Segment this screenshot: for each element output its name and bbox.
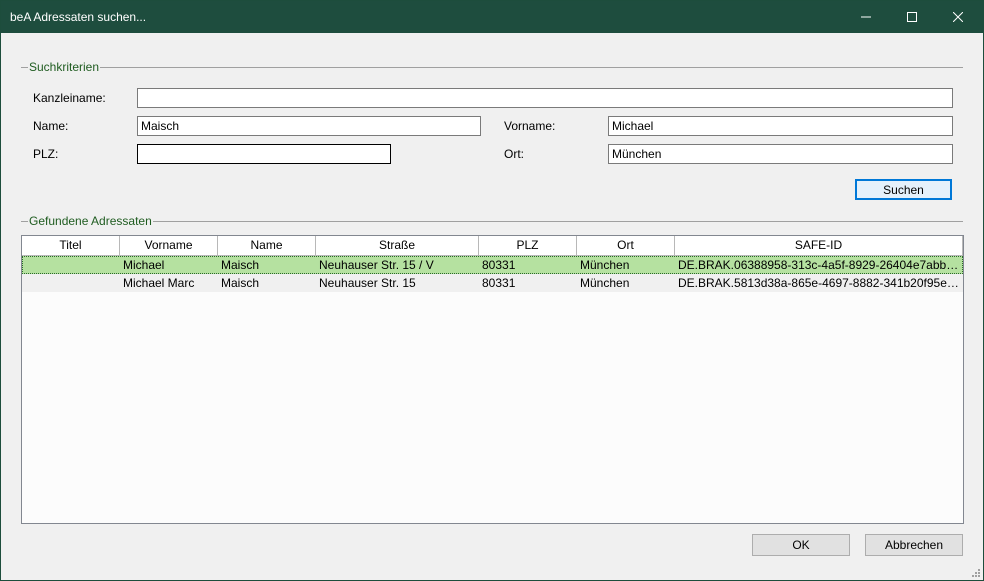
- cell-ort: München: [580, 258, 630, 272]
- cell-titel: [22, 274, 120, 292]
- cell-plz: 80331: [482, 258, 516, 272]
- grid-header: Titel Vorname Name Straße PLZ Ort SAFE-I…: [22, 236, 963, 256]
- cell-plz: 80331: [482, 276, 516, 290]
- cell-titel: [22, 256, 120, 274]
- results-group-divider: [21, 221, 963, 222]
- kanzleiname-input[interactable]: [137, 88, 953, 108]
- column-header-plz[interactable]: PLZ: [479, 236, 577, 256]
- ok-button[interactable]: OK: [752, 534, 850, 556]
- column-header-strasse[interactable]: Straße: [316, 236, 479, 256]
- table-row[interactable]: Michael Marc Maisch Neuhauser Str. 15 80…: [22, 274, 963, 292]
- search-button[interactable]: Suchen: [855, 179, 952, 200]
- plz-label: PLZ:: [33, 147, 59, 161]
- search-group-legend: Suchkriterien: [28, 60, 101, 74]
- cell-safe-id: DE.BRAK.5813d38a-865e-4697-8882-341b20f9…: [678, 276, 963, 290]
- vorname-label: Vorname:: [504, 119, 556, 133]
- column-header-vorname[interactable]: Vorname: [120, 236, 218, 256]
- ort-label: Ort:: [504, 147, 524, 161]
- cell-strasse: Neuhauser Str. 15 / V: [319, 258, 434, 272]
- name-input[interactable]: [137, 116, 481, 136]
- close-icon: [953, 12, 963, 22]
- minimize-button[interactable]: [843, 1, 889, 33]
- cancel-button[interactable]: Abbrechen: [865, 534, 963, 556]
- column-header-safe-id[interactable]: SAFE-ID: [675, 236, 963, 256]
- kanzleiname-label: Kanzleiname:: [33, 91, 106, 105]
- results-group-legend: Gefundene Adressaten: [28, 214, 153, 228]
- vorname-input[interactable]: [608, 116, 953, 136]
- minimize-icon: [861, 16, 871, 18]
- plz-input[interactable]: [137, 144, 391, 164]
- cell-name: Maisch: [221, 276, 260, 290]
- cell-safe-id: DE.BRAK.06388958-313c-4a5f-8929-26404e7a…: [678, 258, 963, 272]
- cell-strasse: Neuhauser Str. 15: [319, 276, 416, 290]
- column-header-name[interactable]: Name: [218, 236, 316, 256]
- cell-vorname: Michael Marc: [123, 276, 195, 290]
- cell-vorname: Michael: [123, 258, 165, 272]
- window-title: beA Adressaten suchen...: [10, 10, 147, 24]
- cell-ort: München: [580, 276, 630, 290]
- maximize-icon: [907, 12, 917, 22]
- maximize-button[interactable]: [889, 1, 935, 33]
- dialog-window: beA Adressaten suchen... Suchkriterien K…: [0, 0, 984, 581]
- title-bar[interactable]: beA Adressaten suchen...: [1, 1, 983, 33]
- ort-input[interactable]: [608, 144, 953, 164]
- cell-name: Maisch: [221, 258, 260, 272]
- column-header-titel[interactable]: Titel: [22, 236, 120, 256]
- results-grid[interactable]: Titel Vorname Name Straße PLZ Ort SAFE-I…: [21, 235, 964, 524]
- table-row[interactable]: Michael Maisch Neuhauser Str. 15 / V 803…: [22, 256, 963, 274]
- column-header-ort[interactable]: Ort: [577, 236, 675, 256]
- close-button[interactable]: [935, 1, 981, 33]
- search-group-divider: [21, 67, 963, 68]
- resize-grip-icon[interactable]: [971, 568, 981, 578]
- name-label: Name:: [33, 119, 69, 133]
